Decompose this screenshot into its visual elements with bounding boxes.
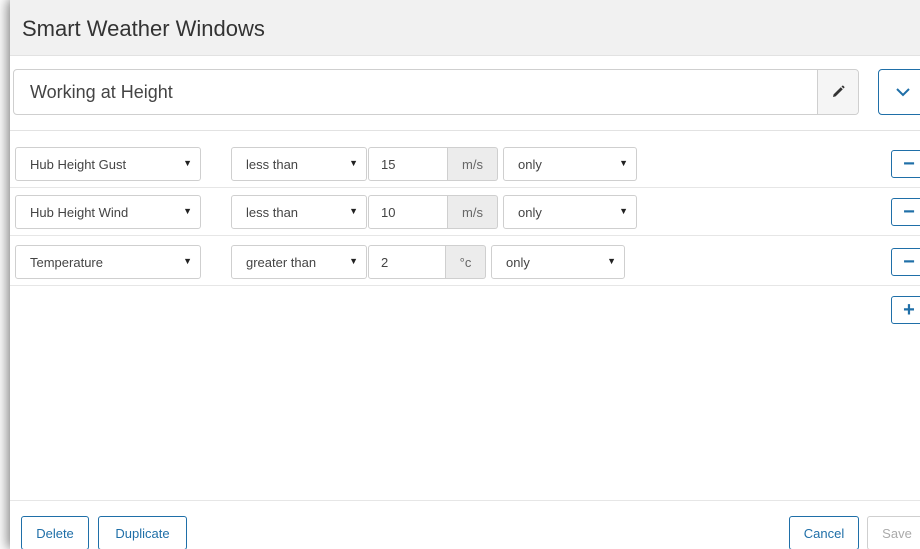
unit-label: m/s <box>448 147 498 181</box>
caret-down-icon: ▼ <box>349 158 358 168</box>
threshold-input[interactable]: 15 <box>368 147 448 181</box>
parameter-select[interactable]: Hub Height Gust ▼ <box>15 147 201 181</box>
dialog-title: Smart Weather Windows <box>22 16 265 41</box>
operator-select[interactable]: greater than ▼ <box>231 245 367 279</box>
parameter-select[interactable]: Temperature ▼ <box>15 245 201 279</box>
caret-down-icon: ▼ <box>183 256 192 266</box>
condition-row: Temperature ▼ greater than ▼ 2 °c only ▼… <box>10 238 920 286</box>
threshold-input[interactable]: 2 <box>368 245 446 279</box>
rule-set-name: Working at Height <box>30 82 173 102</box>
operator-select[interactable]: less than ▼ <box>231 147 367 181</box>
dialog-header: Smart Weather Windows <box>10 0 920 56</box>
remove-condition-button[interactable]: − <box>891 198 920 226</box>
unit-label: m/s <box>448 195 498 229</box>
delete-button[interactable]: Delete <box>21 516 89 549</box>
qualifier-select[interactable]: only ▼ <box>503 147 637 181</box>
chevron-down-icon <box>896 88 910 97</box>
duplicate-button[interactable]: Duplicate <box>98 516 187 549</box>
pencil-icon <box>833 85 845 97</box>
caret-down-icon: ▼ <box>619 158 628 168</box>
caret-down-icon: ▼ <box>349 206 358 216</box>
caret-down-icon: ▼ <box>349 256 358 266</box>
minus-icon: − <box>903 200 915 223</box>
caret-down-icon: ▼ <box>607 256 616 266</box>
plus-icon: + <box>903 298 915 321</box>
add-condition-button[interactable]: + <box>891 296 920 324</box>
edit-name-button[interactable] <box>817 70 858 114</box>
caret-down-icon: ▼ <box>183 206 192 216</box>
threshold-input[interactable]: 10 <box>368 195 448 229</box>
condition-row: Hub Height Gust ▼ less than ▼ 15 m/s onl… <box>10 140 920 188</box>
save-button[interactable]: Save <box>867 516 920 549</box>
operator-select[interactable]: less than ▼ <box>231 195 367 229</box>
qualifier-select[interactable]: only ▼ <box>503 195 637 229</box>
minus-icon: − <box>903 250 915 273</box>
qualifier-select[interactable]: only ▼ <box>491 245 625 279</box>
collapse-button[interactable] <box>878 69 920 115</box>
smart-weather-windows-dialog: Smart Weather Windows Working at Height … <box>10 0 920 549</box>
minus-icon: − <box>903 152 915 175</box>
cancel-button[interactable]: Cancel <box>789 516 859 549</box>
remove-condition-button[interactable]: − <box>891 150 920 178</box>
divider <box>10 130 920 131</box>
unit-label: °c <box>446 245 486 279</box>
footer-divider <box>10 500 920 501</box>
condition-row: Hub Height Wind ▼ less than ▼ 10 m/s onl… <box>10 188 920 236</box>
parameter-select[interactable]: Hub Height Wind ▼ <box>15 195 201 229</box>
caret-down-icon: ▼ <box>619 206 628 216</box>
rule-set-name-field[interactable]: Working at Height <box>13 69 859 115</box>
caret-down-icon: ▼ <box>183 158 192 168</box>
remove-condition-button[interactable]: − <box>891 248 920 276</box>
